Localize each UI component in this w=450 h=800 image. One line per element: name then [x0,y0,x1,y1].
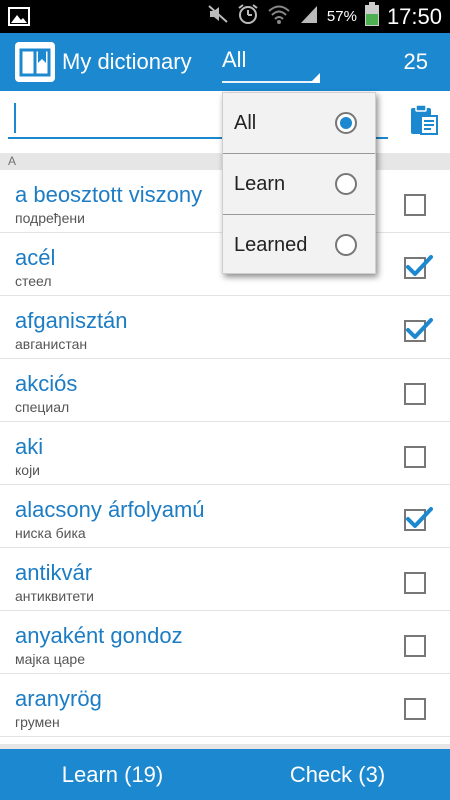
filter-spinner[interactable]: All [222,47,320,87]
battery-percent: 57% [326,8,357,25]
word-text: antikvár [15,560,93,585]
word-text: aranyrög [15,686,102,711]
word-translation: грумен [15,714,60,730]
checkmark-icon [406,318,433,339]
app-title: My dictionary [62,49,192,74]
word-text: aki [15,434,44,459]
learned-checkbox[interactable] [404,255,433,279]
word-text: a beosztott viszony [15,182,203,207]
checkmark-icon [406,255,433,276]
filter-option-label: Learned [234,234,308,256]
word-translation: стеел [15,273,52,289]
word-row[interactable]: alacsony árfolyamú ниска бика [0,485,450,548]
word-translation: подређени [15,210,85,226]
spinner-arrow-icon [310,73,320,83]
word-translation: који [15,462,40,478]
learned-checkbox[interactable] [404,383,426,405]
radio-button[interactable] [335,112,357,134]
word-row[interactable]: aki који [0,422,450,485]
learned-checkbox[interactable] [404,194,426,216]
check-button[interactable]: Check (3) [225,749,450,800]
learned-checkbox[interactable] [404,698,426,720]
filter-dropdown: All Learn Learned [222,92,376,274]
filter-option-learn[interactable]: Learn [223,154,375,215]
dictionary-logo-icon[interactable] [14,41,56,83]
word-row[interactable]: akciós специал [0,359,450,422]
word-row[interactable]: afganisztán авганистан [0,296,450,359]
word-translation: ниска бика [15,525,86,541]
checkmark-icon [406,507,433,528]
mute-icon [207,4,229,29]
word-translation: авганистан [15,336,88,352]
learn-button[interactable]: Learn (19) [0,749,225,800]
word-row[interactable]: aranyrög грумен [0,674,450,737]
word-text: akciós [15,371,78,396]
signal-icon [299,4,319,29]
learned-checkbox[interactable] [404,318,433,342]
status-bar: 57% 17:50 [0,0,450,33]
filter-option-label: All [234,112,257,134]
clock: 17:50 [386,3,442,29]
word-text: acél [15,245,56,270]
learned-checkbox[interactable] [404,635,426,657]
word-row[interactable]: anyaként gondoz мајка царе [0,611,450,674]
learned-checkbox[interactable] [404,507,433,531]
image-icon [8,7,30,31]
paste-icon[interactable] [410,103,438,135]
learned-checkbox[interactable] [404,572,426,594]
battery-icon [364,2,379,31]
app-bar: My dictionary All 25 [0,33,450,91]
word-translation: антиквитети [15,588,94,604]
word-row[interactable]: antikvár антиквитети [0,548,450,611]
filter-option-label: Learn [234,173,286,195]
radio-button[interactable] [335,234,357,256]
filter-option-all[interactable]: All [223,93,375,154]
radio-button[interactable] [335,173,357,195]
word-translation: мајка царе [15,651,86,667]
word-text: anyaként gondoz [15,623,183,648]
word-translation: специал [15,399,70,415]
filter-spinner-value: All [222,47,247,72]
spinner-underline [222,81,320,83]
word-text: afganisztán [15,308,128,333]
word-text: alacsony árfolyamú [15,497,205,522]
bottom-bar: Learn (19) Check (3) [0,749,450,800]
wifi-icon [267,4,291,29]
alarm-icon [237,3,259,30]
learned-checkbox[interactable] [404,446,426,468]
word-count: 25 [403,49,428,74]
text-cursor [14,103,16,133]
filter-option-learned[interactable]: Learned [223,215,375,276]
